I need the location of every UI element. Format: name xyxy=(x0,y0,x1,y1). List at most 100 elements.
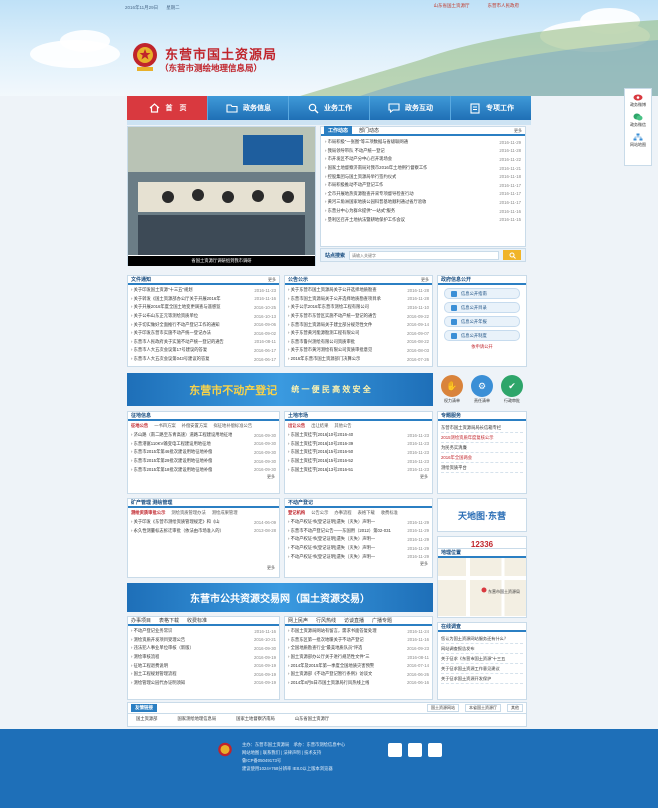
realestate-item-text[interactable]: › 不动产权证书(登记证明)遗失（灭失）声明— xyxy=(288,519,375,525)
nav-home[interactable]: 首 页 xyxy=(127,96,208,120)
mining-more[interactable]: 更多 xyxy=(128,565,279,571)
announcement-item[interactable]: › 2016年东营市国土资源部门决算公示 2016-07-26 xyxy=(288,355,429,364)
work-news-item-text[interactable]: › 市局积极推动不动产登记工作 xyxy=(325,182,383,188)
land-acquisition-tab[interactable]: 补偿安置方案 xyxy=(182,423,208,429)
land-acquisition-item[interactable]: › 东营市2015年第18批次建设用地征地补偿 2016-09-30 xyxy=(131,465,276,474)
quick-approval[interactable]: ✔ 行政审批 xyxy=(501,375,523,404)
realestate-tab[interactable]: 表格下载 xyxy=(358,510,375,516)
nav-business[interactable]: 业务工作 xyxy=(289,96,370,120)
land-market-item-text[interactable]: › 东国土资挂字[2016]10号2016-40 xyxy=(288,432,353,438)
work-news-item-text[interactable]: › 东营分中心为群众提供"一站式"服务 xyxy=(325,208,395,214)
work-news-item-text[interactable]: › 黄河三角洲国家地质公园科普基地顺利通过省厅验收 xyxy=(325,199,426,205)
notice-item[interactable]: › 关于转发《国土资源部办公厅关于开展2016年 2016-11-16 xyxy=(131,295,276,304)
work-news-item[interactable]: › 市局积极推动不动产登记工作 2016-11-17 xyxy=(325,181,521,190)
float-sitemap[interactable]: 网站地图 xyxy=(625,133,651,148)
realestate-item-text[interactable]: › 不动产权证书(登记证明)遗失（灭失）声明— xyxy=(288,554,375,560)
apply-public-link[interactable]: 依申请公开 xyxy=(438,344,526,350)
land-acquisition-item[interactable]: › 东营港富110KV输变电工程建设用地征地 2016-09-30 xyxy=(131,440,276,449)
notice-item-text[interactable]: › 关于公布山东正元等测绘资质单位 xyxy=(131,313,198,319)
float-weibo[interactable]: 政务微博 xyxy=(625,93,651,108)
mining-tab[interactable]: 测绘资质管理办法 xyxy=(171,510,205,516)
work-news-more[interactable]: 更多 xyxy=(514,128,522,134)
work-news-item[interactable]: › 控股集团与国土资源局举行签约仪式 2016-11-18 xyxy=(325,172,521,181)
notices-more[interactable]: 更多 xyxy=(268,277,276,283)
online-item-text[interactable]: › 国土资源部《不动产登记暂行条例》访谈文 xyxy=(288,671,372,677)
announcement-item[interactable]: › 关于东营黄河能源勘测工程有限公司 2016-09-07 xyxy=(288,329,429,338)
work-news-item[interactable]: › 垦利区召开土地执法暨耕地保护工作会议 2016-11-15 xyxy=(325,215,521,224)
notice-item-text[interactable]: › 关于印发国土资源"十三五"规划 xyxy=(131,287,193,293)
online-item[interactable]: › 2014年及2015年第一季度全国地质灾害预警 2016-07-14 xyxy=(288,661,429,670)
online-item[interactable]: › 市国土资源局网站有留言，需求书面答复处理 2016-11-24 xyxy=(288,627,429,636)
online-item-text[interactable]: › 东营东区第一批次地暖关于不动产登记 xyxy=(288,637,364,643)
online-item-text[interactable]: › 2014年及2015年第一季度全国地质灾害预警 xyxy=(288,663,374,669)
announcement-item-text[interactable]: › 关于东营黄河能源勘测工程有限公司 xyxy=(288,330,359,336)
location-map[interactable]: 东营市国土资源局 xyxy=(438,558,526,616)
nav-gov-info[interactable]: 政务信息 xyxy=(208,96,289,120)
link-provincial-dept[interactable]: 山东省国土资源厅 xyxy=(434,3,470,9)
work-news-item[interactable]: › 市局积极"一张图"等三项数据与省级联网通 2016-11-29 xyxy=(325,138,521,147)
survey-title[interactable]: 测绘管理 xyxy=(152,500,172,506)
realestate-item[interactable]: › 不动产权证书(登记证明)遗失（灭失）声明— 2016-11-29 xyxy=(288,544,429,553)
notice-item-text[interactable]: › 东营市人民政府关于实施不动产统一登记的通告 xyxy=(131,339,224,345)
office-guide-item-text[interactable]: › 违法犯人事业单位审核（新版） xyxy=(131,645,194,651)
office-guide-item[interactable]: › 违法犯人事业单位审核（新版） 2016-09-30 xyxy=(131,644,276,653)
search-button[interactable] xyxy=(503,250,521,260)
announcement-item-text[interactable]: › 2016年东营市国土资源部门决算公示 xyxy=(288,356,360,362)
work-news-item-text[interactable]: › 市开发区不动产分中心召开现场会 xyxy=(325,156,392,162)
office-guide-tab[interactable]: 表格下载 xyxy=(159,617,179,624)
office-guide-item[interactable]: › 国土工程规划管理流程 2016-09-19 xyxy=(131,670,276,679)
notice-item-text[interactable]: › 东营市人大五次会议第17号建议的答复 xyxy=(131,347,207,353)
realestate-item[interactable]: › 不动产权证书(登记证明)遗失（灭失）声明— 2016-11-29 xyxy=(288,518,429,527)
gov-badge-icon[interactable] xyxy=(408,743,422,757)
notice-item[interactable]: › 关于公布山东正元等测绘资质单位 2016-10-13 xyxy=(131,312,276,321)
realestate-tab[interactable]: 登记机构 xyxy=(288,510,305,516)
land-market-item[interactable]: › 东国土资挂字[2016]13号2016-51 2016-11-23 xyxy=(288,465,429,474)
land-market-item-text[interactable]: › 东国土资挂字[2016]13号2016-51 xyxy=(288,467,353,473)
office-guide-item[interactable]: › 测绘审核流程 2016-09-19 xyxy=(131,653,276,662)
special-service-item[interactable]: 2015测绘资质年度复核公示 xyxy=(441,433,523,443)
notice-item-text[interactable]: › 东营市人大五次会议第043号建议的答复 xyxy=(131,356,210,362)
online-tab[interactable]: 广播专题 xyxy=(372,617,392,624)
announcement-item-text[interactable]: › 东营市国土资源局关于公开选择地质勘查项目承 xyxy=(288,296,381,302)
work-news-item-text[interactable]: › 全市开展地热资源勘查开采专项督导检查行动 xyxy=(325,191,414,197)
land-market-item[interactable]: › 东国土资挂字[2016]15号2016-50 2016-11-23 xyxy=(288,448,429,457)
land-market-tab[interactable]: 出让结果 xyxy=(311,423,328,429)
notice-item[interactable]: › 东营市人民政府关于实施不动产统一登记的通告 2016-08-11 xyxy=(131,338,276,347)
work-news-item-text[interactable]: › 垦利区召开土地执法暨耕地保护工作会议 xyxy=(325,217,405,223)
work-news-item-text[interactable]: › 市局积极"一张图"等三项数据与省级联网通 xyxy=(325,139,408,145)
land-acquisition-item-text[interactable]: › 济山路（南二路至东青高速）道路工程建设用地征地 xyxy=(131,432,232,438)
notice-item-text[interactable]: › 关于开展2016年度全国土地变更调查与遥感监 xyxy=(131,304,221,310)
announcement-item[interactable]: › 东营市国土资源局关于建立部分规范性文件 2016-09-14 xyxy=(288,320,429,329)
mining-item[interactable]: › 关于印发《东营市测绘资质管理规定》和《山 2014-06-09 xyxy=(131,518,276,527)
mining-tab[interactable]: 测绘资质审批公示 xyxy=(131,510,165,516)
friend-link-select[interactable]: 国土资源网站 xyxy=(427,704,459,712)
online-item[interactable]: › 全国地质勘查行业"最美地质队员"评选 2016-09-23 xyxy=(288,644,429,653)
realestate-banner[interactable]: 东营市不动产登记 统 一 便 民 高 效 安 全 xyxy=(127,373,433,406)
survey-item[interactable]: 关于征求《东营市国土资源"十三五 xyxy=(441,654,523,664)
land-acquisition-tab[interactable]: 征地公告 xyxy=(131,423,148,429)
notice-item-text[interactable]: › 关于切实做好全面推行不动产登记工作的通知 xyxy=(131,322,220,328)
realestate-tab[interactable]: 收费标准 xyxy=(381,510,398,516)
work-news-item[interactable]: › 市开发区不动产分中心召开现场会 2016-11-22 xyxy=(325,155,521,164)
notice-item[interactable]: › 东营市人大五次会议第043号建议的答复 2016-06-17 xyxy=(131,355,276,364)
notice-item[interactable]: › 关于印发东营市实施不动产统一登记办法 2016-09-02 xyxy=(131,329,276,338)
announcement-item[interactable]: › 关于东营市黄河测绘有限公司资质审批意见 2016-08-03 xyxy=(288,346,429,355)
realestate-more[interactable]: 更多 xyxy=(285,561,432,567)
land-market-item[interactable]: › 东国土资挂字[2016]15号2016-52 2016-11-23 xyxy=(288,457,429,466)
special-service-item[interactable]: 2016年全国两会 xyxy=(441,453,523,463)
nav-interaction[interactable]: 政务互动 xyxy=(370,96,451,120)
quick-duty-list[interactable]: ⚙ 责任清单 xyxy=(471,375,493,404)
mining-title[interactable]: 矿产管理 xyxy=(131,500,151,506)
gov-public-item[interactable]: 信息公开制度 xyxy=(444,330,520,341)
special-service-item[interactable]: 东营市国土资源局局长信箱专栏 xyxy=(441,423,523,433)
announcement-item-text[interactable]: › 东营市国土资源局关于建立部分规范性文件 xyxy=(288,322,372,328)
work-news-item[interactable]: › 黄河三角洲国家地质公园科普基地顺利通过省厅验收 2016-11-17 xyxy=(325,198,521,207)
mining-item-text[interactable]: › 关于印发《东营市测绘资质管理规定》和《山 xyxy=(131,519,220,525)
land-market-item[interactable]: › 东国土资挂字[2016]10号2016-39 2016-11-23 xyxy=(288,440,429,449)
office-guide-item-text[interactable]: › 测绘资质开发项目受理公告 xyxy=(131,637,185,643)
announcement-item-text[interactable]: › 关于东营市黄河测绘有限公司资质审批意见 xyxy=(288,347,372,353)
office-guide-item[interactable]: › 测绘管理公园代办证明须知 2016-09-19 xyxy=(131,679,276,688)
office-guide-item[interactable]: › 不动产登记业务常识 2016-11-16 xyxy=(131,627,276,636)
announcement-item-text[interactable]: › 关于公示2016年东营市测绘工程有限公司 xyxy=(288,304,369,310)
realestate-tab[interactable]: 办事流程 xyxy=(334,510,351,516)
